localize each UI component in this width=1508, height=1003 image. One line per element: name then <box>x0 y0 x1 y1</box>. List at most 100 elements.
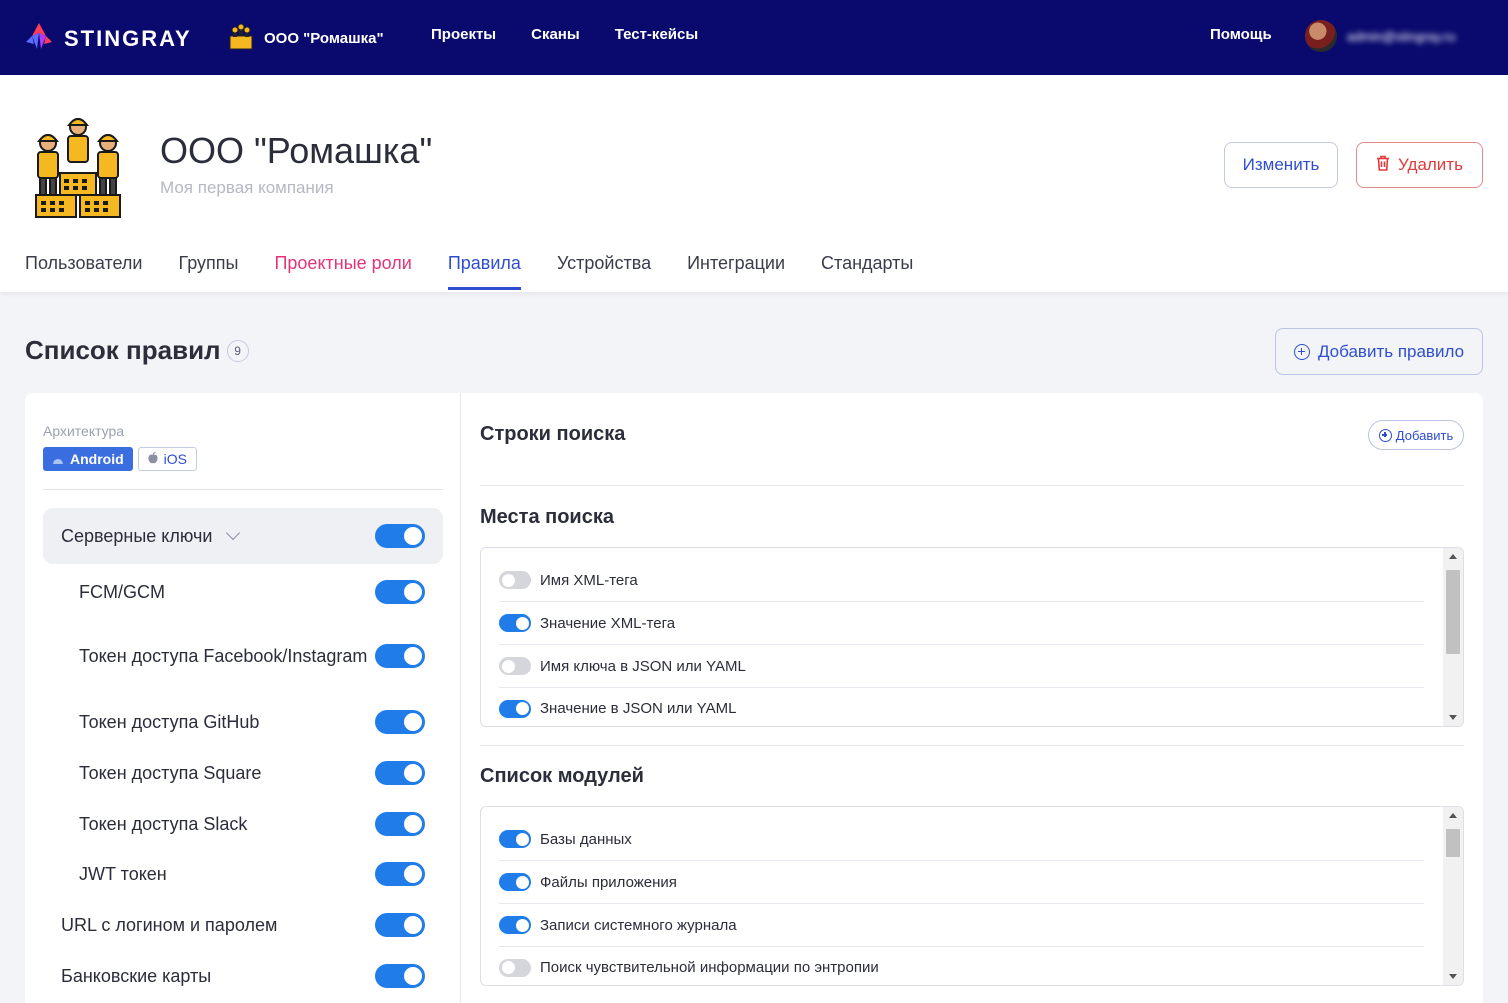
tab-devices[interactable]: Устройства <box>557 253 651 290</box>
rule-item-square-token: Токен доступа Square <box>43 759 443 787</box>
logo-text: STINGRAY <box>64 25 192 51</box>
rule-item-toggle[interactable] <box>375 964 425 988</box>
nav-scans[interactable]: Сканы <box>531 26 580 43</box>
rule-item-label: Токен доступа Square <box>79 762 262 783</box>
rule-item-label: Токен доступа GitHub <box>79 711 260 732</box>
list-item-label: Поиск чувствительной информации по энтро… <box>540 959 879 976</box>
rule-item-toggle[interactable] <box>375 913 425 937</box>
list-item-label: Имя XML-тега <box>540 571 638 589</box>
main-nav: Проекты Сканы Тест-кейсы <box>431 26 698 43</box>
rule-group-label-wrap: Серверные ключи <box>61 525 241 547</box>
tab-integrations[interactable]: Интеграции <box>687 253 785 290</box>
divider <box>480 745 1464 746</box>
chevron-down-icon[interactable] <box>226 525 241 541</box>
list-item-label: Базы данных <box>540 830 632 848</box>
rule-item-url-credentials: URL с логином и паролем <box>43 911 443 939</box>
avatar <box>1305 20 1337 52</box>
scrollbar-thumb[interactable] <box>1446 829 1460 857</box>
list-item: Поиск чувствительной информации по энтро… <box>499 946 1424 985</box>
add-circle-icon <box>1378 428 1392 442</box>
rule-item-toggle[interactable] <box>375 862 425 886</box>
add-rule-label: Добавить правило <box>1317 341 1465 361</box>
scroll-up-icon[interactable] <box>1449 813 1457 818</box>
arch-android-button[interactable]: Android <box>43 447 133 471</box>
scrollbar[interactable] <box>1443 548 1463 726</box>
rule-item-facebook-token: Токен доступа Facebook/Instagram <box>43 627 443 685</box>
rule-group-toggle[interactable] <box>375 524 425 548</box>
add-search-string-button[interactable]: Добавить <box>1368 420 1464 450</box>
company-tabs: Пользователи Группы Проектные роли Прави… <box>25 253 913 290</box>
search-places-list: Имя XML-тега Значение XML-тега Имя ключа… <box>480 547 1464 727</box>
search-places-title: Места поиска <box>480 506 614 528</box>
list-item: Базы данных <box>499 818 1424 861</box>
rule-item-toggle[interactable] <box>375 580 425 604</box>
arch-ios-label: iOS <box>163 451 187 467</box>
company-header: ООО "Ромашка" Моя первая компания Измени… <box>0 75 1508 292</box>
rules-list-panel: Архитектура Android iOS Серверные ключи <box>25 393 461 1003</box>
rule-item-fcm-gcm: FCM/GCM <box>43 578 443 606</box>
company-icon <box>228 22 254 54</box>
help-link[interactable]: Помощь <box>1210 26 1272 43</box>
rule-group-server-keys[interactable]: Серверные ключи <box>43 508 443 564</box>
tab-rules[interactable]: Правила <box>447 253 522 290</box>
list-item: Имя XML-тега <box>499 559 1424 602</box>
rule-item-toggle[interactable] <box>375 710 425 734</box>
edit-button[interactable]: Изменить <box>1224 142 1338 188</box>
user-menu[interactable]: admin@stingray.ru <box>1305 20 1455 52</box>
delete-button[interactable]: Удалить <box>1356 142 1483 188</box>
module-toggle[interactable] <box>499 830 531 848</box>
nav-projects[interactable]: Проекты <box>431 26 496 43</box>
rules-count-badge: 9 <box>226 339 249 362</box>
top-navbar: STINGRAY ООО "Ромашка" Проекты Сканы Тес… <box>0 0 1508 75</box>
rules-title: Список правил <box>25 335 221 365</box>
scroll-down-icon[interactable] <box>1449 974 1457 979</box>
architecture-filter: Android iOS <box>43 447 197 471</box>
tab-project-roles[interactable]: Проектные роли <box>274 253 411 290</box>
rule-detail-panel: Строки поиска Добавить Места поиска Имя … <box>462 393 1483 1003</box>
scroll-up-icon[interactable] <box>1449 554 1457 559</box>
rule-item-toggle[interactable] <box>375 761 425 785</box>
tab-groups[interactable]: Группы <box>178 253 238 290</box>
modules-title: Список модулей <box>480 765 644 787</box>
android-icon <box>52 451 64 467</box>
rule-item-toggle[interactable] <box>375 644 425 668</box>
divider <box>480 485 1464 486</box>
list-item: Файлы приложения <box>499 861 1424 904</box>
nav-test-cases[interactable]: Тест-кейсы <box>615 26 698 43</box>
delete-label: Удалить <box>1398 155 1463 174</box>
scrollbar[interactable] <box>1443 807 1463 985</box>
list-item: Имя ключа в JSON или YAML <box>499 645 1424 688</box>
rules-section-title: Список правил 9 <box>25 335 249 366</box>
scrollbar-thumb[interactable] <box>1446 570 1460 654</box>
arch-android-label: Android <box>70 451 124 467</box>
add-circle-icon <box>1293 343 1310 360</box>
rule-group-label: Серверные ключи <box>61 525 213 546</box>
rule-item-jwt-token: JWT токен <box>43 860 443 888</box>
rule-item-toggle[interactable] <box>375 812 425 836</box>
module-toggle[interactable] <box>499 958 531 977</box>
add-label: Добавить <box>1395 427 1454 443</box>
add-rule-button[interactable]: Добавить правило <box>1275 328 1483 375</box>
list-item: Значение XML-тега <box>499 602 1424 645</box>
apple-icon <box>148 451 158 467</box>
rule-item-label: Токен доступа Facebook/Instagram <box>79 646 368 666</box>
list-item-label: Значение XML-тега <box>540 614 676 632</box>
tab-standards[interactable]: Стандарты <box>821 253 913 290</box>
rule-item-label: Токен доступа Slack <box>79 813 248 834</box>
list-item-label: Значение в JSON или YAML <box>540 700 737 717</box>
module-toggle[interactable] <box>499 916 531 934</box>
search-place-toggle[interactable] <box>499 699 531 718</box>
rule-item-label: FCM/GCM <box>79 581 165 602</box>
company-switcher[interactable]: ООО "Ромашка" <box>228 22 384 54</box>
app-logo[interactable]: STINGRAY <box>24 22 192 55</box>
rule-item-label: Банковские карты <box>61 965 212 986</box>
search-place-toggle[interactable] <box>499 571 531 589</box>
user-email: admin@stingray.ru <box>1347 28 1456 44</box>
tab-users[interactable]: Пользователи <box>25 253 142 290</box>
module-toggle[interactable] <box>499 873 531 891</box>
arch-ios-button[interactable]: iOS <box>137 447 197 471</box>
list-item-label: Имя ключа в JSON или YAML <box>540 657 746 675</box>
scroll-down-icon[interactable] <box>1449 715 1457 720</box>
search-place-toggle[interactable] <box>499 614 531 632</box>
search-place-toggle[interactable] <box>499 657 531 675</box>
